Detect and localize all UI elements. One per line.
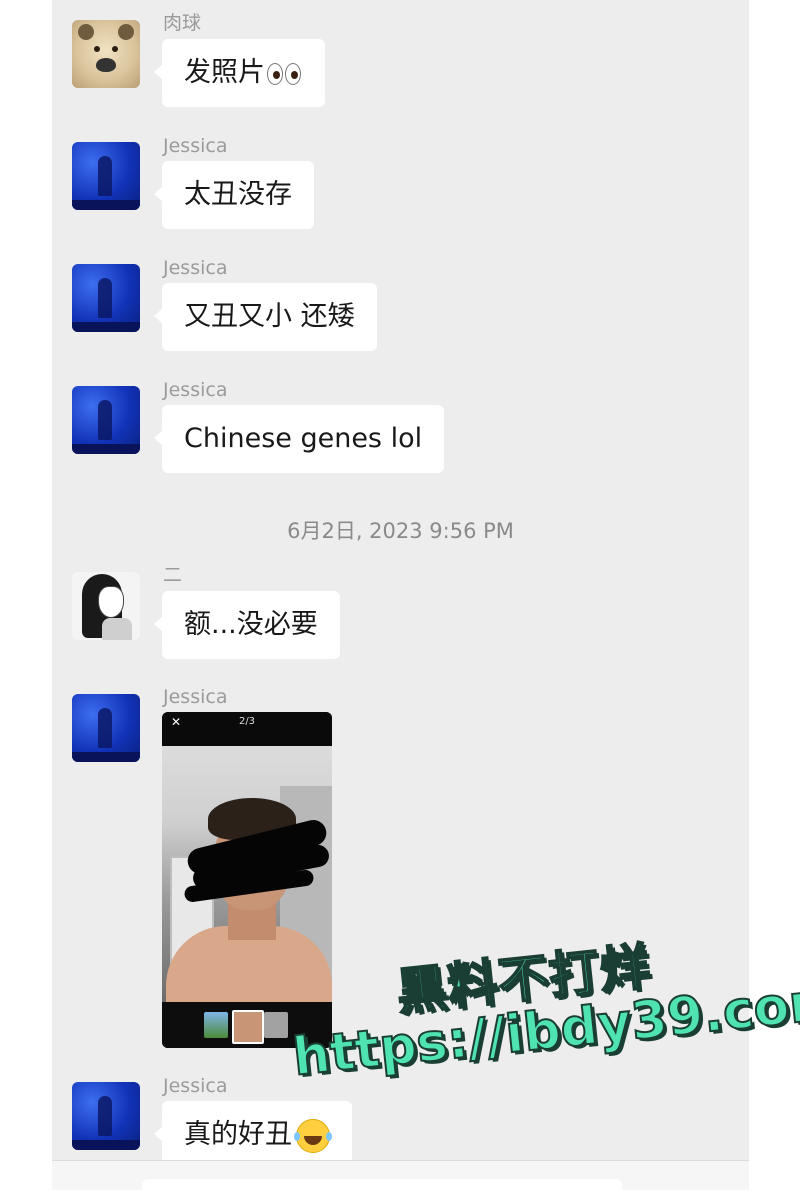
message-bubble[interactable]: Chinese genes lol	[153, 405, 445, 473]
avatar-jessica[interactable]	[72, 1082, 140, 1150]
eyes-emoji-icon	[267, 40, 303, 108]
thumbnail	[204, 1012, 228, 1038]
avatar-rouqiu[interactable]	[72, 20, 140, 88]
sender-name: Jessica	[163, 135, 228, 157]
sender-name: Jessica	[163, 257, 228, 279]
message-bubble[interactable]: 又丑又小 还矮	[154, 283, 377, 351]
message-text: 又丑又小 还矮	[184, 301, 355, 332]
sender-name: 二	[163, 564, 183, 586]
laughing-emoji-icon	[294, 1118, 330, 1153]
message-text: 太丑没存	[184, 179, 292, 210]
message-bubble[interactable]: 真的好丑	[154, 1101, 352, 1160]
sender-name: 肉球	[163, 12, 202, 34]
message-text: 发照片	[184, 57, 265, 88]
message-text: 真的好丑	[184, 1119, 292, 1150]
avatar-jessica[interactable]	[72, 386, 140, 454]
message-text: 额...没必要	[184, 609, 318, 640]
image-viewer-topbar: ✕ 2/3	[162, 712, 332, 746]
thumbnail	[264, 1012, 288, 1038]
thumbnail-selected	[232, 1010, 264, 1044]
input-bar-edge	[52, 1160, 749, 1193]
image-counter: 2/3	[238, 716, 256, 727]
selfie-photo	[162, 746, 332, 1016]
avatar-jessica[interactable]	[72, 142, 140, 210]
sender-name: Jessica	[163, 686, 228, 708]
avatar-er[interactable]	[72, 572, 140, 640]
message-bubble[interactable]: 发照片	[154, 39, 325, 108]
sender-name: Jessica	[163, 379, 228, 401]
avatar-jessica[interactable]	[72, 694, 140, 762]
image-message[interactable]: ✕ 2/3	[162, 712, 332, 1048]
message-bubble[interactable]: 太丑没存	[154, 161, 314, 229]
avatar-jessica[interactable]	[72, 264, 140, 332]
thumbnail-strip	[162, 1002, 332, 1048]
message-text: Chinese genes lol	[184, 423, 423, 454]
sender-name: Jessica	[163, 1075, 228, 1097]
message-bubble[interactable]: 额...没必要	[154, 591, 340, 659]
timestamp: 6月2日, 2023 9:56 PM	[287, 519, 514, 543]
chat-area[interactable]: 肉球 发照片 Jessica 太丑没存 Jessica 又丑又小 还矮 Jess…	[52, 0, 749, 1160]
